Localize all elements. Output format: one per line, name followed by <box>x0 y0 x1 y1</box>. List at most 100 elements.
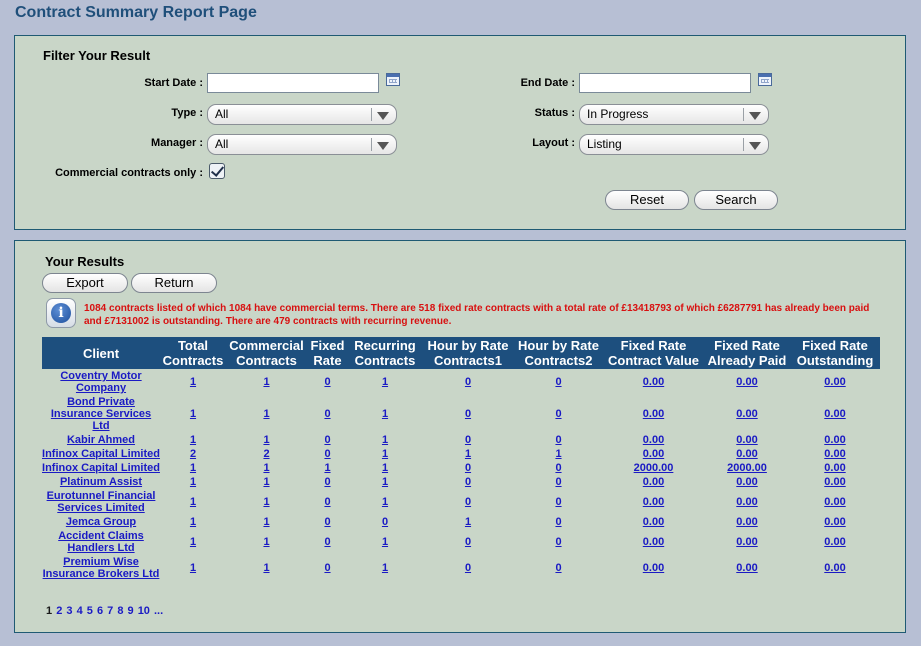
recurring-link[interactable]: 1 <box>382 434 388 446</box>
hbr2-link[interactable]: 0 <box>555 562 561 574</box>
recurring-link[interactable]: 1 <box>382 496 388 508</box>
fixed-link[interactable]: 0 <box>324 476 330 488</box>
page-link[interactable]: ... <box>154 605 163 617</box>
layout-select[interactable]: Listing <box>579 134 769 155</box>
client-link[interactable]: Infinox Capital Limited <box>42 448 160 460</box>
total-link[interactable]: 1 <box>190 462 196 474</box>
recurring-link[interactable]: 1 <box>382 536 388 548</box>
recurring-link[interactable]: 1 <box>382 376 388 388</box>
commercial-only-checkbox[interactable] <box>209 163 225 179</box>
recurring-link[interactable]: 1 <box>382 476 388 488</box>
type-select[interactable]: All <box>207 104 397 125</box>
hbr2-link[interactable]: 0 <box>555 434 561 446</box>
export-button[interactable]: Export <box>42 273 128 293</box>
value-link[interactable]: 0.00 <box>643 408 664 420</box>
value-link[interactable]: 0.00 <box>643 376 664 388</box>
outstanding-link[interactable]: 0.00 <box>824 496 845 508</box>
fixed-link[interactable]: 0 <box>324 376 330 388</box>
fixed-link[interactable]: 0 <box>324 562 330 574</box>
recurring-link[interactable]: 0 <box>382 516 388 528</box>
outstanding-link[interactable]: 0.00 <box>824 376 845 388</box>
page-link[interactable]: 3 <box>66 605 72 617</box>
hbr2-link[interactable]: 0 <box>555 408 561 420</box>
hbr2-link[interactable]: 0 <box>555 476 561 488</box>
start-date-calendar-icon[interactable] <box>386 73 400 86</box>
recurring-link[interactable]: 1 <box>382 462 388 474</box>
outstanding-link[interactable]: 0.00 <box>824 434 845 446</box>
commercial-link[interactable]: 1 <box>263 434 269 446</box>
fixed-link[interactable]: 0 <box>324 536 330 548</box>
total-link[interactable]: 1 <box>190 562 196 574</box>
commercial-link[interactable]: 1 <box>263 462 269 474</box>
total-link[interactable]: 1 <box>190 536 196 548</box>
hbr1-link[interactable]: 0 <box>465 434 471 446</box>
hbr1-link[interactable]: 0 <box>465 536 471 548</box>
hbr2-link[interactable]: 0 <box>555 462 561 474</box>
hbr2-link[interactable]: 0 <box>555 536 561 548</box>
commercial-link[interactable]: 1 <box>263 496 269 508</box>
outstanding-link[interactable]: 0.00 <box>824 408 845 420</box>
paid-link[interactable]: 0.00 <box>736 376 757 388</box>
total-link[interactable]: 1 <box>190 408 196 420</box>
value-link[interactable]: 0.00 <box>643 496 664 508</box>
client-link[interactable]: Bond Private Insurance Services Ltd <box>51 396 151 432</box>
value-link[interactable]: 0.00 <box>643 516 664 528</box>
total-link[interactable]: 1 <box>190 476 196 488</box>
hbr2-link[interactable]: 0 <box>555 516 561 528</box>
hbr1-link[interactable]: 0 <box>465 562 471 574</box>
value-link[interactable]: 0.00 <box>643 434 664 446</box>
hbr1-link[interactable]: 0 <box>465 376 471 388</box>
paid-link[interactable]: 0.00 <box>736 536 757 548</box>
hbr1-link[interactable]: 1 <box>465 448 471 460</box>
status-select[interactable]: In Progress <box>579 104 769 125</box>
total-link[interactable]: 2 <box>190 448 196 460</box>
page-link[interactable]: 4 <box>77 605 83 617</box>
value-link[interactable]: 0.00 <box>643 476 664 488</box>
value-link[interactable]: 0.00 <box>643 562 664 574</box>
end-date-input[interactable] <box>579 73 751 93</box>
recurring-link[interactable]: 1 <box>382 408 388 420</box>
hbr1-link[interactable]: 0 <box>465 476 471 488</box>
hbr2-link[interactable]: 1 <box>555 448 561 460</box>
client-link[interactable]: Accident Claims Handlers Ltd <box>58 530 144 554</box>
hbr1-link[interactable]: 0 <box>465 462 471 474</box>
commercial-link[interactable]: 2 <box>263 448 269 460</box>
hbr1-link[interactable]: 1 <box>465 516 471 528</box>
client-link[interactable]: Eurotunnel Financial Services Limited <box>47 490 156 514</box>
recurring-link[interactable]: 1 <box>382 448 388 460</box>
reset-button[interactable]: Reset <box>605 190 689 210</box>
hbr2-link[interactable]: 0 <box>555 496 561 508</box>
outstanding-link[interactable]: 0.00 <box>824 462 845 474</box>
client-link[interactable]: Infinox Capital Limited <box>42 462 160 474</box>
total-link[interactable]: 1 <box>190 434 196 446</box>
client-link[interactable]: Premium Wise Insurance Brokers Ltd <box>43 556 160 580</box>
search-button[interactable]: Search <box>694 190 778 210</box>
page-link[interactable]: 10 <box>138 605 150 617</box>
paid-link[interactable]: 0.00 <box>736 448 757 460</box>
commercial-link[interactable]: 1 <box>263 376 269 388</box>
page-link[interactable]: 9 <box>128 605 134 617</box>
end-date-calendar-icon[interactable] <box>758 73 772 86</box>
return-button[interactable]: Return <box>131 273 217 293</box>
value-link[interactable]: 0.00 <box>643 536 664 548</box>
client-link[interactable]: Jemca Group <box>66 516 136 528</box>
total-link[interactable]: 1 <box>190 376 196 388</box>
client-link[interactable]: Coventry Motor Company <box>60 370 141 394</box>
outstanding-link[interactable]: 0.00 <box>824 516 845 528</box>
outstanding-link[interactable]: 0.00 <box>824 476 845 488</box>
fixed-link[interactable]: 1 <box>324 462 330 474</box>
fixed-link[interactable]: 0 <box>324 434 330 446</box>
hbr1-link[interactable]: 0 <box>465 408 471 420</box>
page-link[interactable]: 7 <box>107 605 113 617</box>
page-link[interactable]: 6 <box>97 605 103 617</box>
commercial-link[interactable]: 1 <box>263 536 269 548</box>
fixed-link[interactable]: 0 <box>324 496 330 508</box>
hbr2-link[interactable]: 0 <box>555 376 561 388</box>
page-link[interactable]: 8 <box>117 605 123 617</box>
paid-link[interactable]: 0.00 <box>736 562 757 574</box>
total-link[interactable]: 1 <box>190 496 196 508</box>
commercial-link[interactable]: 1 <box>263 476 269 488</box>
outstanding-link[interactable]: 0.00 <box>824 536 845 548</box>
recurring-link[interactable]: 1 <box>382 562 388 574</box>
paid-link[interactable]: 0.00 <box>736 476 757 488</box>
